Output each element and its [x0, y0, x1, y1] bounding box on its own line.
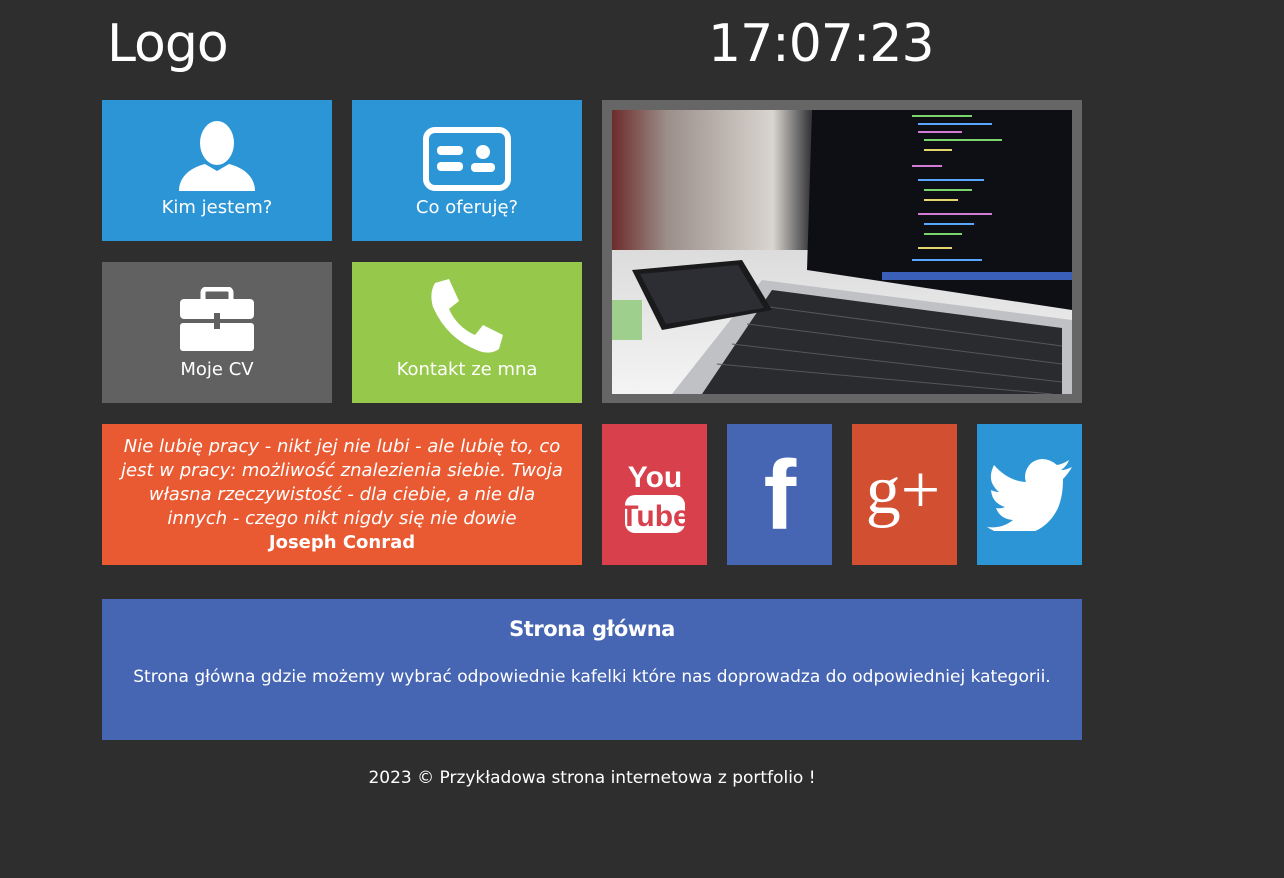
clock: 17:07:23 — [708, 14, 935, 74]
briefcase-icon — [179, 287, 255, 353]
twitter-icon — [986, 458, 1072, 531]
youtube-icon: You Tube — [620, 461, 689, 533]
tile-moje-cv[interactable]: Moje CV — [102, 262, 332, 403]
facebook-icon: f — [763, 453, 796, 537]
youtube-label-top: You — [627, 461, 681, 494]
tile-kim-jestem[interactable]: Kim jestem? — [102, 100, 332, 241]
tile-label: Kontakt ze mna — [396, 359, 538, 380]
google-plus-glyph: g+ — [865, 455, 939, 529]
laptop-photo — [612, 110, 1072, 394]
tile-co-oferuje[interactable]: Co oferuję? — [352, 100, 582, 241]
facebook-glyph: f — [763, 453, 796, 537]
footer-text: 2023 © Przykładowa strona internetowa z … — [368, 768, 816, 788]
quote-text: Nie lubię pracy - nikt jej nie lubi - al… — [121, 436, 563, 529]
tile-label: Kim jestem? — [161, 197, 273, 218]
tile-label: Moje CV — [180, 359, 254, 380]
youtube-label-bottom: Tube — [620, 500, 689, 533]
google-plus-button[interactable]: g+ — [852, 424, 957, 565]
id-card-icon — [423, 127, 511, 191]
info-title: Strona główna — [509, 617, 675, 641]
quote-box: Nie lubię pracy - nikt jej nie lubi - al… — [102, 424, 582, 565]
tile-kontakt[interactable]: Kontakt ze mna — [352, 262, 582, 403]
info-text: Strona główna gdzie możemy wybrać odpowi… — [133, 667, 1051, 687]
phone-icon — [429, 279, 505, 353]
facebook-button[interactable]: f — [727, 424, 832, 565]
info-box: Strona główna Strona główna gdzie możemy… — [102, 599, 1082, 740]
quote-author: Joseph Conrad — [268, 532, 416, 553]
tile-label: Co oferuję? — [415, 197, 519, 218]
youtube-button[interactable]: You Tube — [602, 424, 707, 565]
laptop-photo-frame — [602, 100, 1082, 403]
twitter-button[interactable] — [977, 424, 1082, 565]
google-plus-icon: g+ — [865, 455, 939, 529]
user-icon — [177, 119, 257, 191]
logo[interactable]: Logo — [107, 14, 229, 74]
